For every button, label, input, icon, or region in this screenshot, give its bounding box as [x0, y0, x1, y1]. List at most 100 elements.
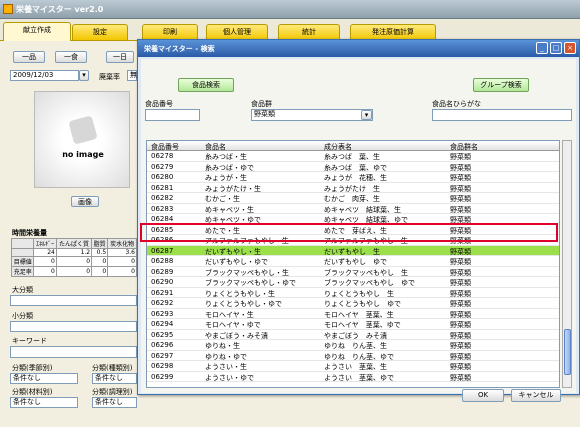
ippin-button[interactable]: 一品 [13, 51, 45, 63]
table-row[interactable]: 06297 ゆりね・ゆで ゆりね りん茎、ゆで 野菜類 [147, 351, 559, 361]
table-cell: 06297 [151, 351, 174, 360]
chevron-down-icon: ▾ [364, 111, 369, 119]
nut-cell: 24 [33, 248, 57, 257]
nut-cell: 3.6 [107, 248, 137, 257]
bunrui-zairyo-select[interactable]: 条件なし [10, 397, 78, 408]
cancel-button[interactable]: キャンセル [511, 389, 561, 402]
haiki-field[interactable]: 無 [127, 70, 137, 81]
table-cell: 野菜類 [450, 321, 471, 329]
nut-cell: 0 [107, 266, 137, 277]
nut-cell: 0.5 [91, 248, 109, 257]
nut-header: 脂質 [91, 238, 109, 249]
table-cell: 野菜類 [450, 247, 471, 256]
food-search-button[interactable]: 食品検索 [178, 78, 234, 92]
table-row[interactable]: 06287 だいずもやし・生 だいずもやし 生 野菜類 [147, 245, 559, 256]
table-cell: みょうがたけ・生 [205, 184, 261, 193]
table-cell: みょうが 花穂、生 [324, 174, 387, 182]
group-search-button[interactable]: グループ検索 [473, 78, 529, 92]
date-field[interactable]: 2009/12/03 [10, 70, 79, 81]
table-cell: 06287 [151, 246, 174, 255]
table-cell: みょうがたけ 生 [324, 184, 380, 193]
maximize-icon[interactable]: □ [550, 42, 562, 54]
app-icon [3, 4, 13, 14]
shobunrui-field[interactable] [10, 321, 137, 332]
tab-kondate[interactable]: 献立作成 [3, 22, 71, 41]
table-cell: 06298 [151, 362, 174, 370]
table-cell: ようさい・生 [205, 363, 247, 371]
group-select[interactable]: 野菜類 [251, 109, 373, 121]
nut-header: ｴﾈﾙｷﾞｰ [33, 238, 57, 249]
main-titlebar: 栄養マイスター ver2.0 [0, 0, 580, 19]
table-cell: 06288 [151, 257, 174, 265]
scrollbar-thumb[interactable] [564, 329, 571, 375]
date-dropdown-button[interactable]: ▾ [79, 70, 89, 81]
table-row[interactable]: 06289 ブラックマッペもやし・生 ブラックマッペもやし 生 野菜類 [147, 267, 559, 277]
table-row[interactable]: 06296 ゆりね・生 ゆりね りん茎、生 野菜類 [147, 340, 559, 351]
tab-hacchu[interactable]: 発注原価計算 [350, 24, 436, 40]
daibunrui-label: 大分類 [12, 286, 33, 294]
minimize-icon[interactable]: _ [536, 42, 548, 54]
tab-toukei[interactable]: 統計 [278, 24, 340, 40]
ok-button[interactable]: OK [462, 389, 504, 402]
table-row[interactable]: 06279 糸みつば・ゆで 糸みつば 葉、ゆで 野菜類 [147, 162, 559, 172]
nut-header: 炭水化物 [107, 238, 137, 249]
tab-kojin[interactable]: 個人管理 [206, 24, 268, 40]
table-row[interactable]: 06281 みょうがたけ・生 みょうがたけ 生 野菜類 [147, 183, 559, 193]
table-cell: 野菜類 [450, 352, 471, 361]
table-row[interactable]: 06299 ようさい・ゆで ようさい 茎葉、ゆで 野菜類 [147, 372, 559, 382]
table-cell: 06281 [151, 183, 174, 192]
kana-input[interactable] [432, 109, 572, 121]
code-input[interactable] [145, 109, 200, 121]
tab-insatsu[interactable]: 印刷 [142, 24, 198, 40]
table-cell: 野菜類 [450, 373, 471, 382]
table-cell: 野菜類 [450, 174, 471, 182]
table-cell: りょくとうもやし ゆで [324, 300, 401, 308]
table-cell: ゆりね りん茎、ゆで [324, 352, 394, 361]
table-cell: 06279 [151, 162, 174, 171]
table-header: 食品番号 食品名 成分表名 食品群名 [147, 141, 559, 151]
table-row[interactable]: 06291 りょくとうもやし・生 りょくとうもやし 生 野菜類 [147, 288, 559, 298]
nut-header: たんぱく質 [55, 238, 93, 249]
table-cell: 野菜類 [450, 289, 471, 298]
bunrui-kisetsu-select[interactable]: 条件なし [10, 373, 78, 384]
results-table: 食品番号 食品名 成分表名 食品群名 06278 糸みつば・生 糸みつば 葉、生 野菜… [146, 140, 560, 388]
table-row[interactable]: 06280 みょうが・生 みょうが 花穂、生 野菜類 [147, 172, 559, 183]
image-button[interactable]: 画像 [71, 196, 99, 207]
bunrui-shurui-select[interactable]: 条件なし [92, 373, 137, 384]
table-cell: めキャベツ・生 [205, 205, 254, 214]
no-image-text: no image [62, 150, 104, 159]
ichinichi-button[interactable]: 一日 [106, 51, 134, 63]
ichishoku-button[interactable]: 一食 [55, 51, 87, 63]
haiki-label: 廃棄率 [99, 73, 120, 81]
table-row[interactable]: 06295 やまごぼう・みそ漬 やまごぼう みそ漬 野菜類 [147, 330, 559, 340]
tab-settei[interactable]: 設定 [72, 24, 128, 40]
table-row[interactable]: 06282 むかご・生 むかご 肉芽、生 野菜類 [147, 193, 559, 204]
bunrui-chori-select[interactable]: 条件なし [92, 397, 137, 408]
table-cell: 06292 [151, 299, 174, 307]
table-scrollbar[interactable] [562, 140, 572, 388]
table-cell: 06295 [151, 330, 174, 339]
table-cell: ようさい 茎葉、ゆで [324, 373, 394, 382]
table-row[interactable]: 06283 めキャベツ・生 めキャベツ 結球葉、生 野菜類 [147, 204, 559, 214]
table-cell: 野菜類 [450, 300, 471, 308]
table-row[interactable]: 06288 だいずもやし・ゆで だいずもやし ゆで 野菜類 [147, 256, 559, 267]
table-cell: やまごぼう・みそ漬 [205, 331, 268, 340]
table-cell: ブラックマッペもやし ゆで [324, 279, 415, 287]
table-row[interactable]: 06294 モロヘイヤ・ゆで モロヘイヤ 茎葉、ゆで 野菜類 [147, 319, 559, 330]
table-row[interactable]: 06290 ブラックマッペもやし・ゆで ブラックマッペもやし ゆで 野菜類 [147, 277, 559, 288]
table-row[interactable]: 06298 ようさい・生 ようさい 茎葉、生 野菜類 [147, 361, 559, 372]
table-cell: ブラックマッペもやし・生 [205, 268, 289, 277]
table-row[interactable]: 06293 モロヘイヤ・生 モロヘイヤ 茎葉、生 野菜類 [147, 309, 559, 319]
table-row[interactable]: 06292 りょくとうもやし・ゆで りょくとうもやし ゆで 野菜類 [147, 298, 559, 309]
daibunrui-field[interactable] [10, 295, 137, 306]
dialog-titlebar: 栄養マイスター - 検索 _ □ × [138, 40, 579, 57]
group-dropdown-button[interactable]: ▾ [361, 110, 372, 120]
nut-cell: 0 [91, 256, 109, 267]
code-label: 食品番号 [145, 100, 173, 108]
dialog-title: 栄養マイスター - 検索 [144, 45, 215, 53]
table-cell: ようさい・ゆで [205, 373, 254, 382]
keyword-input[interactable] [10, 346, 137, 358]
close-icon[interactable]: × [564, 42, 576, 54]
table-cell: 野菜類 [450, 279, 471, 287]
table-row[interactable]: 06278 糸みつば・生 糸みつば 葉、生 野菜類 [147, 151, 559, 162]
